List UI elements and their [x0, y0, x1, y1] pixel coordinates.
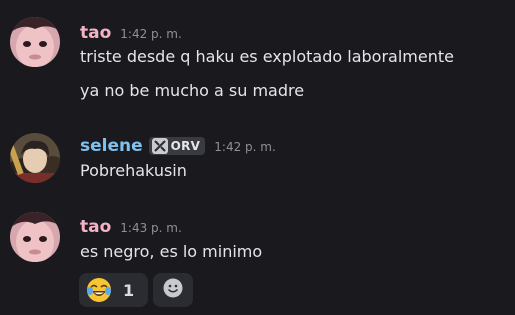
- server-tag-badge[interactable]: ORV: [148, 137, 206, 155]
- joy-emoji-icon: [86, 277, 112, 303]
- username[interactable]: tao: [80, 216, 111, 238]
- message-text: ya no be mucho a su madre: [80, 81, 305, 100]
- timestamp: 1:42 p. m.: [120, 27, 182, 41]
- username[interactable]: tao: [80, 22, 111, 44]
- chat-messages: tao 1:42 p. m. triste desde q haku es ex…: [0, 0, 515, 315]
- add-reaction-button[interactable]: [153, 273, 193, 307]
- message-header: tao 1:43 p. m.: [80, 216, 182, 238]
- timestamp: 1:42 p. m.: [214, 140, 276, 154]
- message-text: Pobrehakusin: [80, 161, 187, 180]
- avatar[interactable]: [10, 17, 60, 67]
- add-reaction-icon: [162, 277, 184, 303]
- message-text: es negro, es lo minimo: [80, 242, 263, 261]
- crossed-swords-icon: [151, 138, 168, 154]
- reaction-joy[interactable]: 1: [79, 273, 148, 307]
- message-text: triste desde q haku es explotado laboral…: [80, 47, 454, 66]
- message-header: tao 1:42 p. m.: [80, 22, 182, 44]
- avatar[interactable]: [10, 133, 60, 183]
- timestamp: 1:43 p. m.: [120, 221, 182, 235]
- username[interactable]: selene: [80, 135, 143, 157]
- reaction-count: 1: [123, 280, 135, 300]
- avatar[interactable]: [10, 212, 60, 262]
- reactions-bar: 1: [79, 273, 193, 307]
- server-tag-label: ORV: [170, 139, 201, 153]
- message-header: selene ORV 1:42 p. m.: [80, 135, 276, 157]
